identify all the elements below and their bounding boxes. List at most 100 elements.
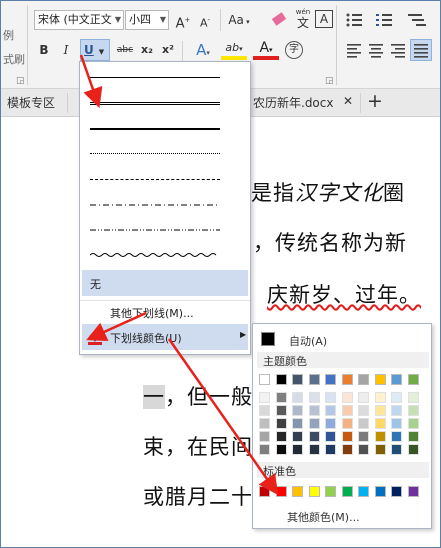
theme-shade-swatch[interactable] (407, 431, 419, 442)
standard-color-swatch[interactable] (259, 486, 270, 497)
theme-shade-swatch[interactable] (275, 405, 287, 416)
theme-color-swatch[interactable] (341, 374, 353, 385)
theme-shade-swatch[interactable] (358, 405, 369, 416)
theme-color-swatch[interactable] (358, 374, 369, 385)
multilevel-list-button[interactable] (406, 10, 430, 30)
theme-color-swatch[interactable] (292, 374, 303, 385)
subscript-button[interactable]: x₂ (139, 40, 155, 60)
close-tab-icon[interactable]: ✕ (343, 94, 353, 108)
theme-shade-swatch[interactable] (407, 444, 419, 455)
standard-color-swatch[interactable] (391, 486, 402, 497)
theme-shade-swatch[interactable] (275, 444, 287, 455)
theme-shade-swatch[interactable] (259, 405, 270, 416)
theme-color-swatch[interactable] (391, 374, 402, 385)
font-launcher-icon[interactable]: ◲ (325, 76, 334, 86)
theme-shade-swatch[interactable] (325, 392, 336, 403)
theme-shade-swatch[interactable] (275, 392, 287, 403)
char-border-button[interactable]: A (315, 10, 333, 28)
theme-color-swatch[interactable] (407, 374, 419, 385)
font-size-select[interactable]: 小四 ▼ (125, 10, 169, 30)
theme-shade-swatch[interactable] (325, 418, 336, 429)
standard-color-swatch[interactable] (275, 486, 287, 497)
underline-dotted[interactable] (90, 144, 220, 164)
theme-shade-swatch[interactable] (374, 444, 386, 455)
underline-button[interactable]: U ▼ (80, 39, 110, 61)
more-underlines-item[interactable]: 其他下划线(M)... (110, 305, 194, 321)
standard-color-swatch[interactable] (358, 486, 369, 497)
change-case-button[interactable]: Aa ▾ (226, 10, 252, 30)
more-colors-item[interactable]: 其他颜色(M)... (287, 509, 360, 525)
theme-shade-swatch[interactable] (341, 405, 353, 416)
underline-dash-dot-dot[interactable] (90, 220, 220, 240)
theme-shade-swatch[interactable] (259, 431, 270, 442)
clear-format-button[interactable] (269, 9, 289, 31)
theme-shade-swatch[interactable] (391, 444, 402, 455)
theme-color-swatch[interactable] (308, 374, 320, 385)
theme-color-swatch[interactable] (374, 374, 386, 385)
theme-shade-swatch[interactable] (374, 418, 386, 429)
theme-shade-swatch[interactable] (391, 418, 402, 429)
align-right-button[interactable] (388, 40, 408, 60)
theme-color-swatch[interactable] (259, 374, 270, 385)
standard-color-swatch[interactable] (325, 486, 336, 497)
numbered-list-button[interactable] (374, 10, 398, 30)
underline-color-item[interactable]: 下划线颜色(U) ▶ (82, 324, 248, 350)
theme-shade-swatch[interactable] (341, 431, 353, 442)
theme-shade-swatch[interactable] (374, 431, 386, 442)
enclose-char-button[interactable]: 字 (285, 41, 303, 59)
bold-button[interactable]: B (37, 40, 51, 60)
phonetic-guide-button[interactable]: wén 文 (293, 7, 313, 33)
theme-shade-swatch[interactable] (374, 405, 386, 416)
format-painter-fragment[interactable]: 式刷 (3, 51, 25, 67)
theme-shade-swatch[interactable] (259, 444, 270, 455)
theme-shade-swatch[interactable] (292, 431, 303, 442)
italic-button[interactable]: I (59, 40, 73, 60)
theme-shade-swatch[interactable] (374, 392, 386, 403)
align-center-button[interactable] (366, 40, 386, 60)
standard-color-swatch[interactable] (374, 486, 386, 497)
standard-color-swatch[interactable] (292, 486, 303, 497)
theme-shade-swatch[interactable] (308, 431, 320, 442)
theme-shade-swatch[interactable] (292, 418, 303, 429)
clipboard-launcher-icon[interactable]: ◲ (16, 76, 25, 86)
theme-shade-swatch[interactable] (275, 431, 287, 442)
underline-none-item[interactable]: 无 (82, 270, 248, 296)
underline-double[interactable] (90, 93, 220, 113)
underline-dash-dot[interactable] (90, 195, 220, 215)
theme-shade-swatch[interactable] (325, 431, 336, 442)
superscript-button[interactable]: x² (160, 40, 176, 60)
align-left-button[interactable] (344, 40, 364, 60)
strikethrough-button[interactable]: abc (115, 40, 135, 60)
standard-color-swatch[interactable] (407, 486, 419, 497)
auto-color-item[interactable]: 自动(A) (259, 330, 425, 350)
theme-shade-swatch[interactable] (341, 444, 353, 455)
theme-shade-swatch[interactable] (407, 392, 419, 403)
theme-shade-swatch[interactable] (391, 405, 402, 416)
standard-color-swatch[interactable] (308, 486, 320, 497)
theme-shade-swatch[interactable] (308, 392, 320, 403)
theme-shade-swatch[interactable] (259, 392, 270, 403)
theme-shade-swatch[interactable] (292, 392, 303, 403)
theme-shade-swatch[interactable] (341, 392, 353, 403)
theme-shade-swatch[interactable] (358, 444, 369, 455)
theme-shade-swatch[interactable] (292, 444, 303, 455)
font-color-button[interactable]: A▾ (253, 40, 279, 60)
underline-single[interactable] (90, 68, 220, 88)
theme-shade-swatch[interactable] (275, 418, 287, 429)
theme-shade-swatch[interactable] (341, 418, 353, 429)
tab-template-zone[interactable]: 模板专区 (7, 94, 55, 111)
underline-dashed[interactable] (90, 170, 220, 190)
theme-shade-swatch[interactable] (358, 418, 369, 429)
theme-shade-swatch[interactable] (391, 431, 402, 442)
theme-color-swatch[interactable] (325, 374, 336, 385)
text-effect-button[interactable]: A▾ (191, 40, 215, 60)
new-tab-button[interactable]: + (367, 90, 383, 112)
highlight-button[interactable]: ab▾ (221, 40, 247, 60)
theme-shade-swatch[interactable] (292, 405, 303, 416)
theme-shade-swatch[interactable] (308, 418, 320, 429)
theme-color-swatch[interactable] (275, 374, 287, 385)
justify-button[interactable] (410, 39, 432, 61)
theme-shade-swatch[interactable] (308, 405, 320, 416)
theme-shade-swatch[interactable] (358, 431, 369, 442)
theme-shade-swatch[interactable] (325, 444, 336, 455)
